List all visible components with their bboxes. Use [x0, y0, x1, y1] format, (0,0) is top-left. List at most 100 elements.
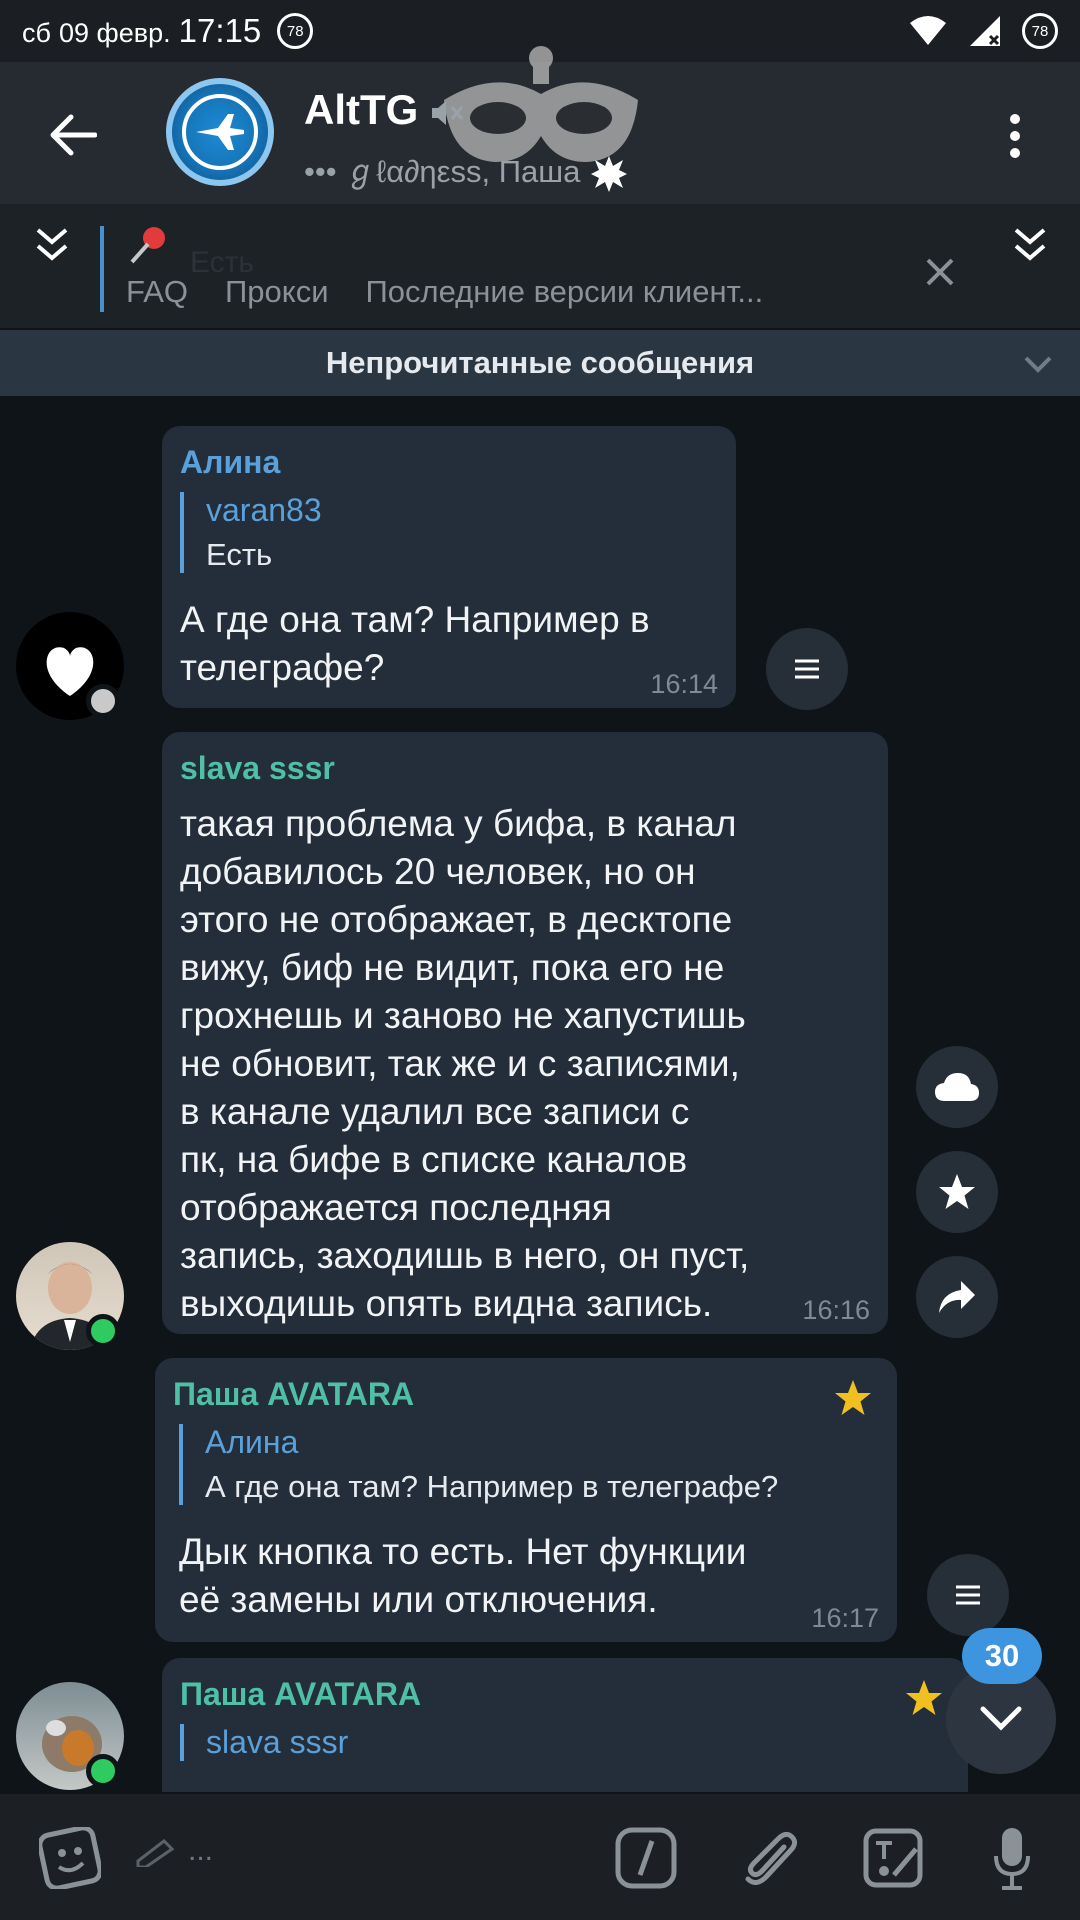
message-line: этого не отображает, в десктопе [180, 899, 733, 940]
message-input[interactable]: ... [134, 1834, 213, 1868]
pinned-link-versions[interactable]: Последние версии клиент... [366, 274, 764, 310]
reply-quote[interactable]: slava sssr [180, 1724, 348, 1761]
star-icon [939, 1174, 975, 1209]
close-icon[interactable] [918, 250, 962, 294]
message-sender[interactable]: Паша AVATARA [180, 1676, 421, 1713]
wifi-icon [910, 16, 946, 45]
message-sender[interactable]: Алина [180, 444, 280, 481]
typing-status: ••• ℊℓα∂ηεss, Паша [304, 146, 629, 194]
chevron-down-icon[interactable] [1020, 346, 1056, 382]
sticker-icon [590, 155, 627, 192]
message-line: отображается последняя [180, 1187, 612, 1228]
reply-sender: Алина [205, 1424, 299, 1460]
cloud-icon [935, 1073, 979, 1101]
voice-message-button[interactable] [976, 1822, 1048, 1894]
message-list[interactable]: Алина varan83 Есть А где она там? Наприм… [0, 396, 1080, 1792]
message-time: 16:17 [811, 1603, 879, 1633]
bot-commands-button[interactable] [610, 1822, 682, 1894]
message-text: Дык кнопка то есть. Нет функции её замен… [179, 1528, 746, 1624]
double-chevron-down-icon[interactable] [30, 222, 74, 266]
sticker-face-icon [39, 1827, 101, 1889]
typing-text: ••• ℊℓα∂ηεss, Паша [304, 154, 581, 189]
slash-command-icon [615, 1827, 677, 1889]
forward-button[interactable] [916, 1256, 998, 1338]
reply-quote[interactable]: varan83 Есть [180, 492, 322, 573]
message-line: Дык кнопка то есть. Нет функции [179, 1531, 747, 1572]
arrow-left-icon [50, 114, 97, 156]
pinned-link-faq[interactable]: FAQ [126, 274, 188, 310]
star-icon [906, 1680, 942, 1715]
star-icon [835, 1380, 871, 1415]
message-time: 16:16 [802, 1295, 870, 1325]
message-line: такая проблема у бифа, в канал [180, 803, 737, 844]
unread-messages-divider: Непрочитанные сообщения [0, 330, 1080, 396]
back-button[interactable] [38, 100, 108, 170]
chevron-down-icon [980, 1706, 1022, 1731]
message-line: вижу, биф не видит, пока его не [180, 947, 725, 988]
message-sender[interactable]: slava sssr [180, 750, 335, 787]
unread-count-badge: 30 [962, 1628, 1042, 1684]
chat-header: AltTG ••• ℊℓα∂ηεss, Паша [0, 46, 1080, 204]
message-line: грохнешь и заново не хапустишь [180, 995, 746, 1036]
reply-sender: slava sssr [206, 1724, 349, 1760]
message-bubble[interactable]: Алина varan83 Есть А где она там? Наприм… [162, 426, 736, 708]
menu-lines-icon [795, 659, 819, 679]
message-line: пк, на бифе в списке каналов [180, 1139, 688, 1180]
message-line: А где она там? Например в [180, 599, 650, 640]
status-day: сб [22, 18, 51, 48]
notification-badge: 78 [277, 13, 314, 49]
online-indicator [86, 1754, 120, 1788]
message-line: телеграфе? [180, 647, 385, 688]
chat-avatar[interactable] [166, 78, 274, 186]
message-input-placeholder: ... [188, 1834, 214, 1867]
message-bubble[interactable]: slava sssr такая проблема у бифа, в кана… [162, 732, 888, 1334]
more-menu-button[interactable] [990, 106, 1040, 166]
message-line: в канале удалил все записи с [180, 1091, 690, 1132]
pinned-links: FAQ Прокси Последние версии клиент... [126, 274, 763, 310]
message-line: её замены или отключения. [179, 1579, 658, 1620]
microphone-icon [994, 1828, 1030, 1890]
text-paint-icon [863, 1828, 923, 1888]
menu-lines-icon [956, 1585, 980, 1605]
message-menu-button[interactable] [766, 628, 848, 710]
message-line: добавилось 20 человек, но он [180, 851, 696, 892]
save-to-cloud-button[interactable] [916, 1046, 998, 1128]
signal-icon [970, 16, 1000, 46]
pin-indicator [100, 226, 104, 312]
message-menu-button[interactable] [927, 1554, 1009, 1636]
jet-icon [196, 114, 244, 150]
favorite-button[interactable] [916, 1151, 998, 1233]
pinned-message-bar[interactable]: Есть FAQ Прокси Последние версии клиент.… [0, 204, 1080, 328]
message-text: А где она там? Например в телеграфе? [180, 596, 650, 692]
more-vertical-icon [1010, 114, 1020, 158]
share-arrow-icon [939, 1281, 975, 1313]
paperclip-icon [745, 1831, 798, 1885]
message-text: такая проблема у бифа, в канал добавилос… [180, 800, 749, 1328]
message-bubble[interactable]: Паша AVATARA Алина А где она там? Наприм… [155, 1358, 897, 1642]
message-sender[interactable]: Паша AVATARA [173, 1376, 414, 1413]
message-bubble[interactable]: Паша AVATARA slava sssr [162, 1658, 968, 1792]
message-line: выходишь опять видна запись. [180, 1283, 713, 1324]
sticker-button[interactable] [34, 1822, 106, 1894]
message-time: 16:14 [650, 669, 718, 699]
offline-indicator [86, 684, 120, 718]
pencil-icon [136, 1839, 175, 1867]
status-date: 09 февр. [58, 18, 171, 48]
reply-sender: varan83 [206, 492, 322, 528]
message-line: запись, заходишь в него, он пуст, [180, 1235, 750, 1276]
unread-label: Непрочитанные сообщения [325, 345, 755, 380]
pinned-link-proxy[interactable]: Прокси [225, 274, 329, 310]
text-format-button[interactable] [858, 1822, 930, 1894]
mute-icon [432, 101, 464, 125]
online-indicator [86, 1314, 120, 1348]
reply-text: А где она там? Например в телеграфе? [205, 1469, 779, 1504]
pushpin-icon [130, 227, 165, 264]
chat-title[interactable]: AltTG [304, 86, 418, 134]
attach-button[interactable] [734, 1822, 806, 1894]
battery-icon: 78 [1022, 13, 1058, 49]
message-line: не обновит, так же и с записями, [180, 1043, 740, 1084]
reply-text: Есть [206, 537, 273, 572]
double-chevron-down-icon-right[interactable] [1008, 222, 1052, 266]
message-input-bar: ... [0, 1794, 1080, 1920]
reply-quote[interactable]: Алина А где она там? Например в телеграф… [179, 1424, 778, 1505]
